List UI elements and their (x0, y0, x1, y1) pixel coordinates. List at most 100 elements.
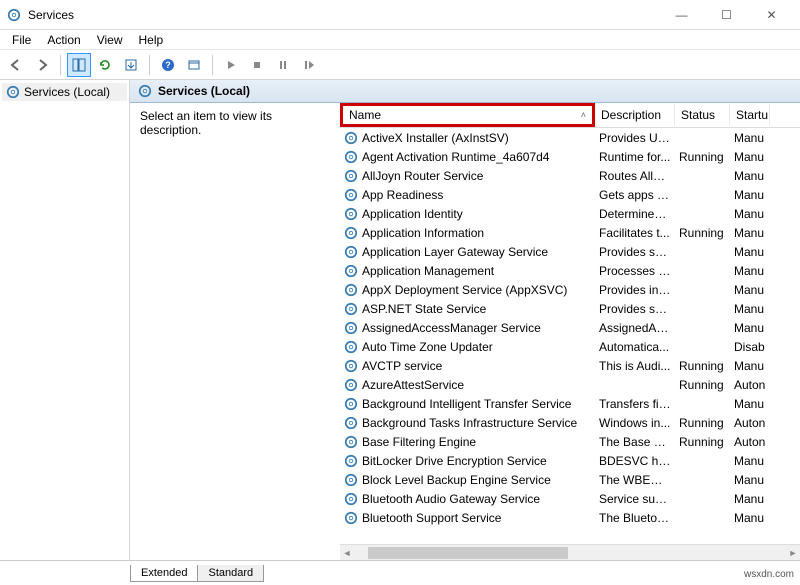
stop-service-button[interactable] (245, 53, 269, 77)
service-name-cell: BitLocker Drive Encryption Service (340, 454, 595, 468)
window-title: Services (28, 8, 659, 22)
column-description[interactable]: Description (595, 104, 675, 126)
service-name: Application Layer Gateway Service (362, 245, 548, 259)
horizontal-scrollbar[interactable]: ◄ ► (340, 544, 800, 560)
service-name-cell: ActiveX Installer (AxInstSV) (340, 131, 595, 145)
service-description: BDESVC hos... (595, 454, 675, 468)
service-row[interactable]: AzureAttestServiceRunningAuton (340, 375, 800, 394)
column-name[interactable]: Name ˄ (340, 103, 595, 127)
service-name: Application Information (362, 226, 484, 240)
service-startup: Manu (730, 397, 770, 411)
service-row[interactable]: Bluetooth Audio Gateway ServiceService s… (340, 489, 800, 508)
pause-service-button[interactable] (271, 53, 295, 77)
tab-standard[interactable]: Standard (197, 565, 264, 582)
service-row[interactable]: ActiveX Installer (AxInstSV)Provides Us.… (340, 128, 800, 147)
service-description: Provides su... (595, 245, 675, 259)
service-row[interactable]: Application ManagementProcesses in...Man… (340, 261, 800, 280)
service-name-cell: AzureAttestService (340, 378, 595, 392)
service-startup: Manu (730, 511, 770, 525)
show-hide-tree-button[interactable] (67, 53, 91, 77)
scroll-left-icon[interactable]: ◄ (340, 548, 354, 558)
export-button[interactable] (119, 53, 143, 77)
service-status: Running (675, 226, 730, 240)
back-button[interactable] (4, 53, 28, 77)
service-status: Running (675, 150, 730, 164)
watermark: wsxdn.com (738, 567, 800, 585)
menu-action[interactable]: Action (39, 31, 88, 49)
refresh-button[interactable] (93, 53, 117, 77)
service-row[interactable]: AppX Deployment Service (AppXSVC)Provide… (340, 280, 800, 299)
gear-icon (344, 226, 358, 240)
service-row[interactable]: Base Filtering EngineThe Base Fil...Runn… (340, 432, 800, 451)
service-name: ASP.NET State Service (362, 302, 486, 316)
menu-help[interactable]: Help (131, 31, 172, 49)
service-row[interactable]: Block Level Backup Engine ServiceThe WBE… (340, 470, 800, 489)
scroll-right-icon[interactable]: ► (786, 548, 800, 558)
close-button[interactable]: ✕ (749, 1, 794, 29)
scrollbar-thumb[interactable] (368, 547, 568, 559)
service-startup: Disab (730, 340, 770, 354)
help-button[interactable]: ? (156, 53, 180, 77)
service-row[interactable]: Agent Activation Runtime_4a607d4Runtime … (340, 147, 800, 166)
service-row[interactable]: Application Layer Gateway Service Provide… (340, 242, 800, 261)
service-description: AssignedAc... (595, 321, 675, 335)
sort-indicator-icon: ˄ (581, 110, 586, 120)
service-row[interactable]: Application IdentityDetermines ...Manu (340, 204, 800, 223)
service-description: The Bluetoo... (595, 511, 675, 525)
service-row[interactable]: AllJoyn Router ServiceRoutes AllJo...Man… (340, 166, 800, 185)
service-row[interactable]: App ReadinessGets apps re...Manu (340, 185, 800, 204)
minimize-button[interactable]: — (659, 1, 704, 29)
service-description: Automatica... (595, 340, 675, 354)
tree-root-item[interactable]: Services (Local) (2, 83, 127, 101)
tab-extended[interactable]: Extended (130, 565, 198, 582)
service-description: The Base Fil... (595, 435, 675, 449)
properties-button[interactable] (182, 53, 206, 77)
svg-text:?: ? (165, 60, 171, 70)
gear-icon (344, 150, 358, 164)
app-gear-icon (6, 7, 22, 23)
service-name: AzureAttestService (362, 378, 464, 392)
service-description: This is Audi... (595, 359, 675, 373)
service-row[interactable]: ASP.NET State ServiceProvides su...Manu (340, 299, 800, 318)
gear-icon (344, 131, 358, 145)
service-row[interactable]: AVCTP serviceThis is Audi...RunningManu (340, 356, 800, 375)
maximize-button[interactable]: ☐ (704, 1, 749, 29)
gear-icon (344, 169, 358, 183)
service-row[interactable]: Background Intelligent Transfer ServiceT… (340, 394, 800, 413)
service-name: Application Identity (362, 207, 463, 221)
toolbar-separator (149, 55, 150, 75)
gear-icon (344, 378, 358, 392)
column-status[interactable]: Status (675, 104, 730, 126)
service-name-cell: AVCTP service (340, 359, 595, 373)
services-rows[interactable]: ActiveX Installer (AxInstSV)Provides Us.… (340, 128, 800, 544)
service-row[interactable]: Auto Time Zone Updater Automatica... Disab (340, 337, 800, 356)
service-name: Auto Time Zone Updater (362, 340, 493, 354)
service-name: Base Filtering Engine (362, 435, 476, 449)
service-row[interactable]: Bluetooth Support ServiceThe Bluetoo...M… (340, 508, 800, 527)
gear-icon (344, 511, 358, 525)
service-name-cell: AppX Deployment Service (AppXSVC) (340, 283, 595, 297)
service-row[interactable]: Background Tasks Infrastructure ServiceW… (340, 413, 800, 432)
service-startup: Manu (730, 302, 770, 316)
service-startup: Manu (730, 150, 770, 164)
menu-view[interactable]: View (89, 31, 131, 49)
service-name-cell: Background Tasks Infrastructure Service (340, 416, 595, 430)
detail-body: Select an item to view its description. … (130, 103, 800, 560)
service-row[interactable]: AssignedAccessManager ServiceAssignedAc.… (340, 318, 800, 337)
service-name: Background Intelligent Transfer Service (362, 397, 571, 411)
service-row[interactable]: BitLocker Drive Encryption Service BDESVC… (340, 451, 800, 470)
service-description: Facilitates t... (595, 226, 675, 240)
gear-icon (344, 302, 358, 316)
service-name-cell: Block Level Backup Engine Service (340, 473, 595, 487)
service-startup: Manu (730, 131, 770, 145)
column-startup[interactable]: Startu (730, 104, 770, 126)
gear-icon (344, 359, 358, 373)
forward-button[interactable] (30, 53, 54, 77)
service-row[interactable]: Application Information Facilitates t...R… (340, 223, 800, 242)
service-name-cell: Background Intelligent Transfer Service (340, 397, 595, 411)
service-name: BitLocker Drive Encryption Service (362, 454, 547, 468)
restart-service-button[interactable] (297, 53, 321, 77)
menu-file[interactable]: File (4, 31, 39, 49)
service-startup: Manu (730, 169, 770, 183)
start-service-button[interactable] (219, 53, 243, 77)
